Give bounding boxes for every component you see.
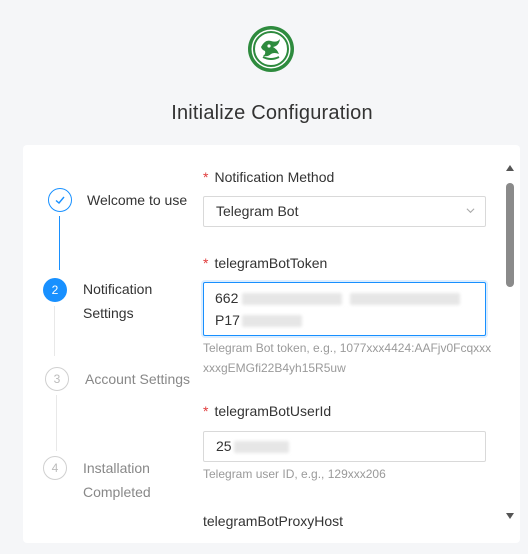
step-connector (56, 395, 57, 451)
bot-token-help: Telegram Bot token, e.g., 1077xxx4424:AA… (203, 341, 492, 375)
required-mark: * (203, 169, 209, 185)
bot-token-label: * telegramBotToken (203, 255, 327, 271)
notification-method-label: * Notification Method (203, 169, 334, 185)
bot-proxy-host-label: telegramBotProxyHost (203, 513, 344, 529)
step-connector (54, 306, 55, 356)
redacted-blur (233, 441, 289, 454)
label-text: telegramBotUserId (214, 403, 332, 419)
app-logo-icon (248, 26, 294, 72)
scroll-down-arrow-icon[interactable] (506, 513, 514, 519)
token-line-1: 662 (215, 290, 239, 306)
label-text: telegramBotToken (214, 255, 328, 271)
bot-token-textarea[interactable]: 662 P17 (203, 282, 486, 336)
redacted-blur (241, 315, 302, 328)
step-2-icon: 2 (43, 278, 67, 302)
notification-method-select[interactable]: Telegram Bot (203, 196, 486, 227)
setup-card: Welcome to use 2 Notification Settings 3… (23, 145, 520, 543)
step-1-icon (48, 188, 72, 212)
required-mark: * (203, 403, 209, 419)
page-title: Initialize Configuration (171, 102, 373, 124)
token-line-2: P17 (215, 312, 240, 328)
bot-user-id-input[interactable]: 25 (203, 431, 486, 462)
page: Initialize Configuration Welcome to use … (0, 0, 528, 554)
notification-form: * Notification Method Telegram Bot * teleg… (203, 145, 491, 543)
step-4-title: Installation Completed (83, 460, 151, 500)
select-value: Telegram Bot (216, 203, 299, 219)
chevron-down-icon (466, 208, 475, 214)
redacted-blur (242, 293, 343, 306)
step-2-title: Notification Settings (83, 281, 153, 321)
step-1-title: Welcome to use (87, 192, 188, 208)
label-text: Notification Method (214, 169, 335, 185)
step-3-title: Account Settings (85, 371, 191, 387)
bot-user-id-label: * telegramBotUserId (203, 403, 331, 419)
scroll-thumb[interactable] (506, 183, 514, 287)
steps-nav: Welcome to use 2 Notification Settings 3… (23, 145, 203, 543)
check-icon (55, 196, 65, 204)
scrollbar[interactable] (505, 165, 515, 519)
step-4-icon: 4 (43, 456, 67, 480)
step-connector (59, 216, 60, 270)
step-3-icon: 3 (45, 367, 69, 391)
bot-user-id-help: Telegram user ID, e.g., 129xxx206 (203, 467, 386, 481)
user-id-value: 25 (216, 438, 232, 454)
required-mark: * (203, 255, 209, 271)
redacted-blur (350, 293, 461, 306)
scroll-up-arrow-icon[interactable] (506, 165, 514, 171)
